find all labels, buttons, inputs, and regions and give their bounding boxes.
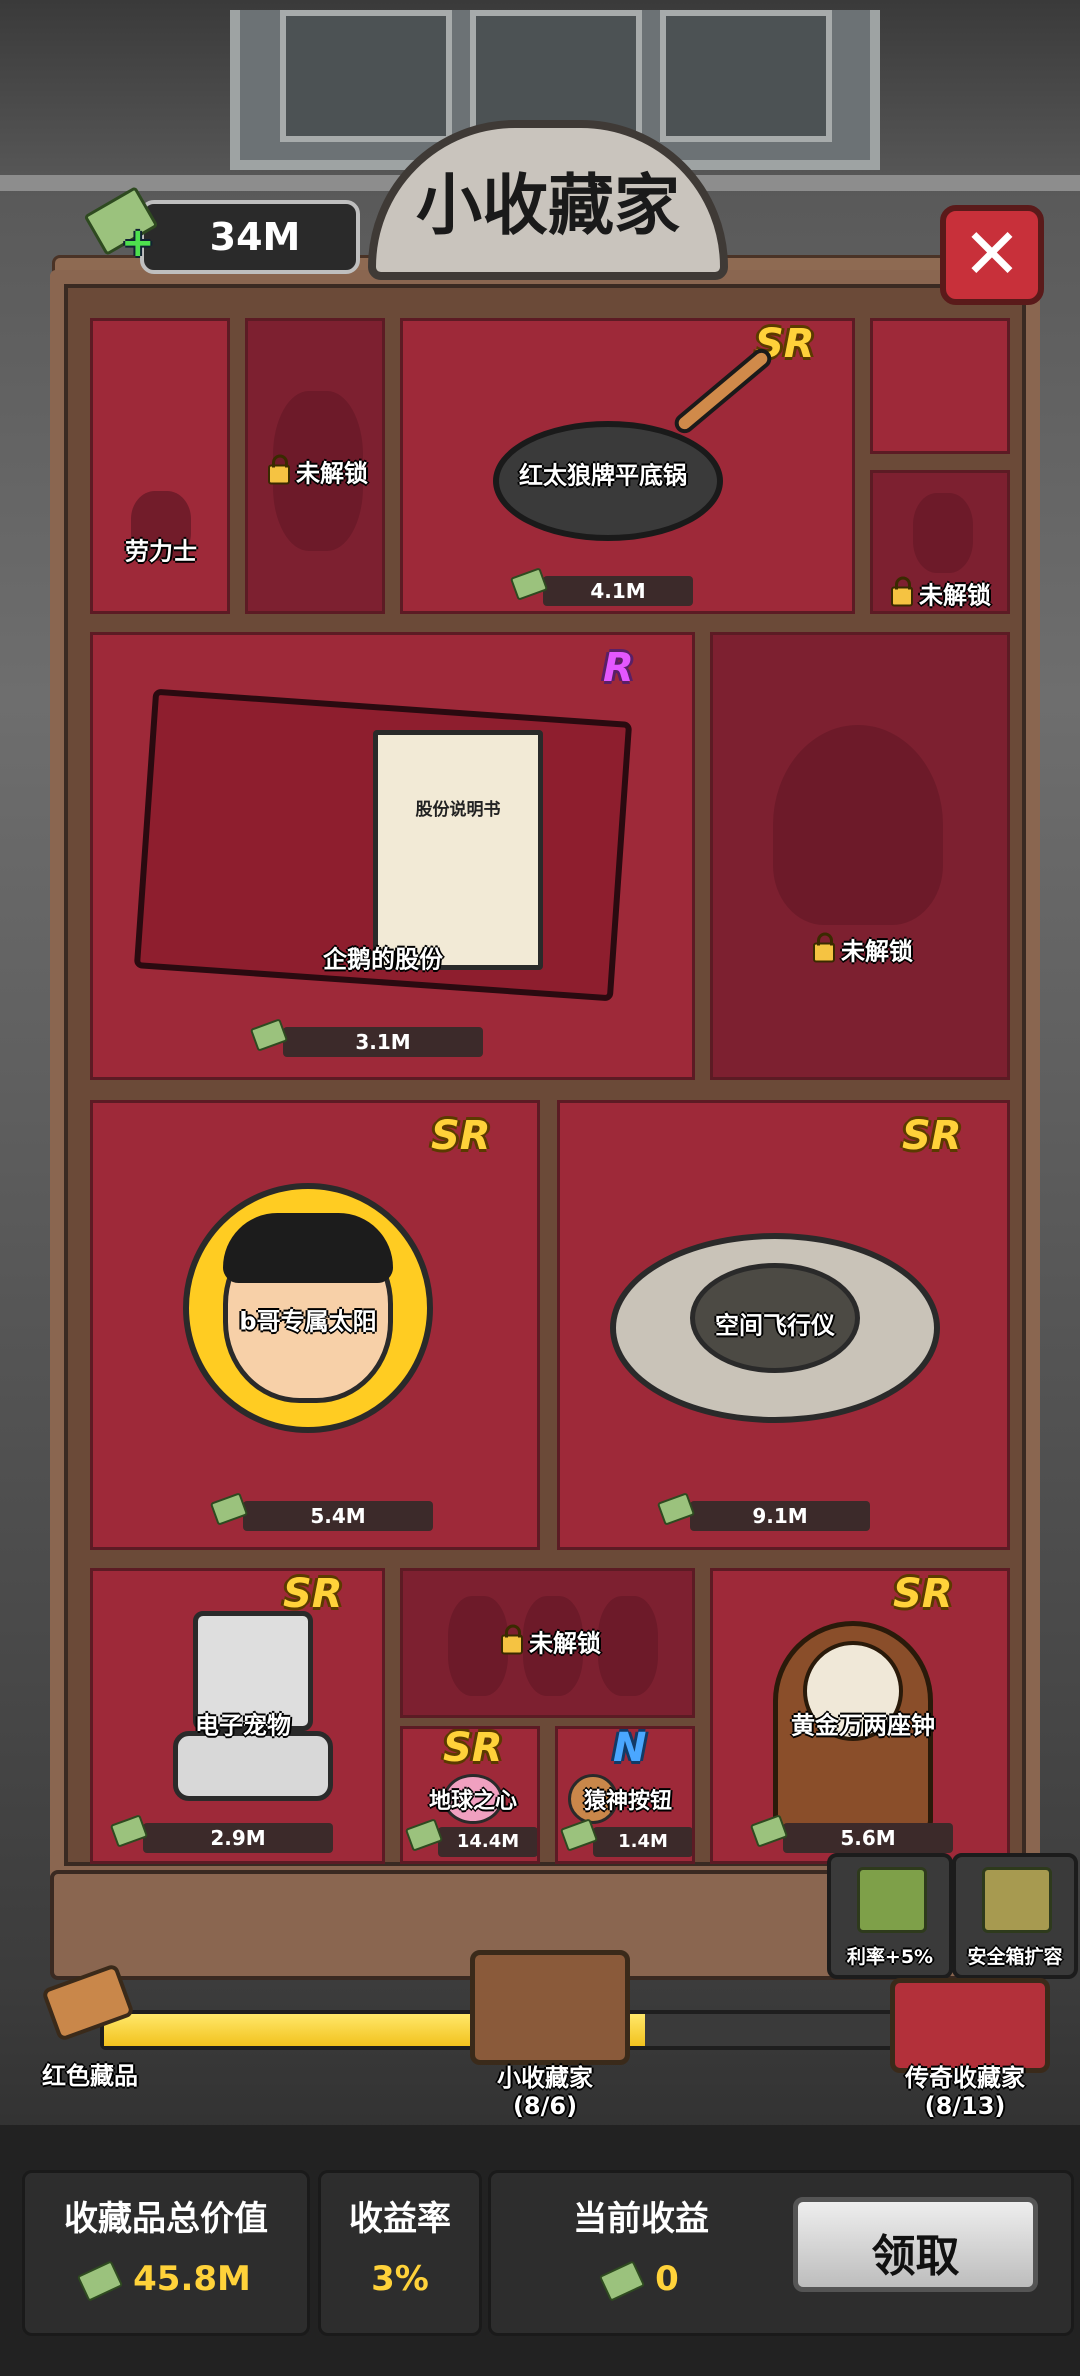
item-cell-penguin-shares[interactable]: R 股份说明书 企鹅的股份 3.1M [90,632,695,1080]
lock-icon [813,932,835,963]
cash-icon [109,1814,149,1848]
price-tag: 1.4M [559,1818,692,1857]
item-cell-spacecraft[interactable]: SR 空间飞行仪 9.1M [557,1100,1010,1550]
item-cell-locked[interactable]: 未解锁 [245,318,385,614]
hair-image [223,1213,393,1283]
rate-up-icon [857,1867,927,1933]
add-money-icon[interactable]: + [83,186,159,263]
item-name: 地球之心 [428,1789,518,1814]
item-cell-locked[interactable]: 未解锁 [710,632,1010,1080]
item-cell-locked[interactable]: 未解锁 [870,470,1010,614]
certificate-title: 股份说明书 [415,800,501,820]
rarity-badge: SR [443,1726,503,1771]
total-value-box: 收藏品总价值 45.8M [22,2170,310,2336]
rate-title: 收益率 [349,2199,451,2239]
close-icon: ✕ [962,213,1022,295]
item-name: 空间飞行仪 [715,1311,835,1340]
robot-pet-body [173,1731,333,1801]
milestone-left-label: 红色藏品 [42,2062,138,2090]
price-tag: 4.1M [509,567,693,606]
money-value: 34M [209,215,301,259]
lock-icon [891,576,913,607]
item-name: 猿神按钮 [583,1789,673,1814]
chest-icon[interactable] [470,1950,630,2065]
item-cell-top-right [870,318,1010,454]
price-tag: 2.9M [109,1814,333,1853]
item-name: 劳力士 [125,537,197,566]
item-cell-sun[interactable]: SR b哥专属太阳 5.4M [90,1100,540,1550]
cash-icon [599,2259,646,2302]
price-tag: 9.1M [656,1492,870,1531]
lock-icon [268,454,290,485]
interest-rate-button[interactable]: 利率+5% [827,1853,953,1979]
item-name: 企鹅的股份 [323,945,443,974]
milestone-middle-count: (8/6) [512,2092,578,2120]
milestone-middle-label: 小收藏家 [497,2064,593,2092]
locked-label: 未解锁 [501,1624,601,1659]
locked-label: 未解锁 [813,932,913,967]
milestone-right-label: 传奇收藏家 [905,2064,1025,2092]
item-cell-locked[interactable]: 未解锁 [400,1568,695,1718]
rarity-badge: SR [893,1571,953,1617]
item-name: 黄金万两座钟 [791,1711,935,1740]
claim-button[interactable]: 领取 [793,2197,1038,2292]
lock-icon [501,1624,523,1655]
item-name: b哥专属太阳 [239,1307,377,1336]
milestone-right-count: (8/13) [924,2092,1006,2120]
rate-box: 收益率 3% [318,2170,482,2336]
cash-icon [76,2259,124,2302]
price-tag: 5.4M [209,1492,433,1531]
item-cell-ape-button[interactable]: N 猿神按钮 1.4M [555,1726,695,1864]
cash-icon [509,567,549,601]
cash-icon [656,1492,696,1526]
certificate-image: 股份说明书 [373,730,543,970]
rarity-badge: N [613,1726,647,1771]
item-name: 红太狼牌平底锅 [519,461,687,490]
item-cell-golden-clock[interactable]: SR 黄金万两座钟 5.6M [710,1568,1010,1864]
rate-value: 3% [371,2259,429,2299]
locked-label: 未解锁 [268,454,368,489]
rarity-badge: R [603,645,634,691]
item-cell-frying-pan[interactable]: SR 红太狼牌平底锅 4.1M [400,318,855,614]
cash-icon [249,1018,289,1052]
rarity-badge: SR [431,1113,491,1159]
income-title: 当前收益 [573,2199,709,2239]
safe-box-icon [982,1867,1052,1933]
frying-pan-handle [670,344,776,438]
rarity-badge: SR [902,1113,962,1159]
close-button[interactable]: ✕ [940,205,1044,305]
item-cell-robot-pet[interactable]: SR 电子宠物 2.9M [90,1568,385,1864]
price-tag: 14.4M [404,1818,537,1857]
price-tag: 5.6M [749,1814,953,1853]
total-value: 45.8M [25,2259,307,2302]
price-tag: 3.1M [249,1018,483,1057]
item-cell-rolex[interactable]: 劳力士 [90,318,230,614]
cash-icon [209,1492,249,1526]
item-cell-earth-heart[interactable]: SR 地球之心 14.4M [400,1726,540,1864]
locked-label: 未解锁 [891,576,991,611]
total-value-title: 收藏品总价值 [64,2199,268,2239]
cash-icon [404,1818,444,1852]
safe-expand-button[interactable]: 安全箱扩容 [952,1853,1078,1979]
item-name: 电子宠物 [195,1711,291,1740]
page-title: 小收藏家 [416,166,680,244]
income-value: 0 [501,2259,781,2302]
